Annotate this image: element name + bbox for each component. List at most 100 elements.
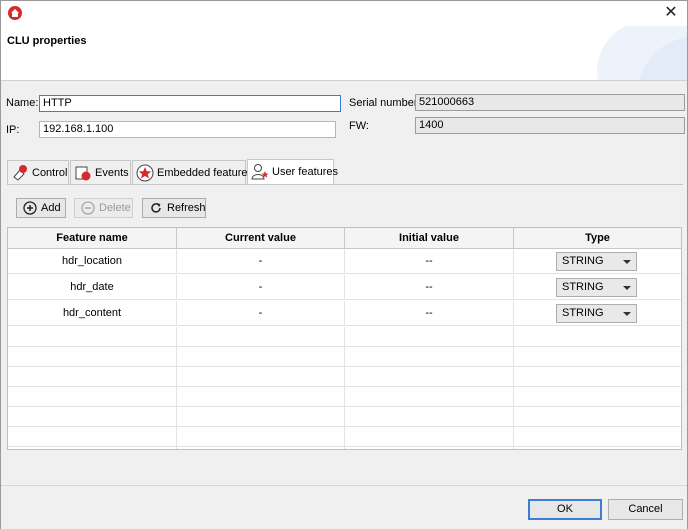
tab-divider xyxy=(7,184,683,185)
refresh-label: Refresh xyxy=(167,202,206,214)
tab-label: Embedded features xyxy=(157,167,254,179)
empty-cell xyxy=(514,427,681,447)
empty-cell xyxy=(514,387,681,407)
empty-cell xyxy=(8,407,177,427)
name-field[interactable]: HTTP xyxy=(39,95,341,112)
empty-cell xyxy=(345,347,514,367)
refresh-button[interactable]: Refresh xyxy=(142,198,206,218)
title-bar: ✕ xyxy=(1,1,687,26)
type-select[interactable]: STRING xyxy=(556,252,637,271)
delete-button[interactable]: Delete xyxy=(74,198,133,218)
tab-label: Control xyxy=(32,167,68,179)
plus-icon xyxy=(23,201,37,215)
column-header-initial-value[interactable]: Initial value xyxy=(345,228,514,248)
empty-cell xyxy=(514,367,681,387)
column-header-feature-name[interactable]: Feature name xyxy=(8,228,177,248)
empty-cell xyxy=(345,367,514,387)
user-features-table: Feature name Current value Initial value… xyxy=(7,227,682,450)
type-select[interactable]: STRING xyxy=(556,304,637,323)
empty-cell xyxy=(177,427,345,447)
type-select-value: STRING xyxy=(562,281,604,293)
empty-cell xyxy=(514,447,681,449)
tab-label: User features xyxy=(272,166,339,178)
empty-cell xyxy=(8,327,177,347)
table-row[interactable]: hdr_content - -- STRING xyxy=(8,301,681,326)
page-title: CLU properties xyxy=(7,35,87,47)
empty-cell xyxy=(8,347,177,367)
empty-cell xyxy=(345,427,514,447)
table-row[interactable]: hdr_location - -- STRING xyxy=(8,249,681,274)
add-button[interactable]: Add xyxy=(16,198,66,218)
feature-name-cell: hdr_content xyxy=(8,301,177,326)
app-logo-icon xyxy=(8,6,22,20)
dialog-header: CLU properties xyxy=(1,26,687,81)
empty-cell xyxy=(177,347,345,367)
initial-value-cell: -- xyxy=(345,249,514,274)
current-value-cell: - xyxy=(177,301,345,326)
empty-cell xyxy=(177,367,345,387)
star-icon xyxy=(136,164,154,182)
table-row[interactable]: hdr_date - -- STRING xyxy=(8,275,681,300)
ip-label: IP: xyxy=(6,124,20,136)
serial-number-label: Serial number: xyxy=(349,97,421,109)
initial-value-cell: -- xyxy=(345,275,514,300)
type-select-value: STRING xyxy=(562,255,604,267)
tab-embedded-features[interactable]: Embedded features xyxy=(132,160,253,184)
empty-cell xyxy=(345,327,514,347)
feature-name-cell: hdr_location xyxy=(8,249,177,274)
type-cell: STRING xyxy=(514,275,681,300)
feature-name-cell: hdr_date xyxy=(8,275,177,300)
refresh-icon xyxy=(149,201,163,215)
dialog-window: ✕ CLU properties Name: HTTP IP: 192.168.… xyxy=(0,0,688,529)
tab-label: Events xyxy=(95,167,129,179)
empty-cell xyxy=(177,447,345,449)
delete-label: Delete xyxy=(99,202,131,214)
empty-table-row xyxy=(8,347,681,367)
empty-cell xyxy=(514,347,681,367)
empty-table-row xyxy=(8,327,681,347)
initial-value-cell: -- xyxy=(345,301,514,326)
type-select[interactable]: STRING xyxy=(556,278,637,297)
name-label: Name: xyxy=(6,97,39,109)
empty-cell xyxy=(514,407,681,427)
fw-label: FW: xyxy=(349,120,369,132)
empty-table-row xyxy=(8,447,681,449)
ok-button[interactable]: OK xyxy=(528,499,602,520)
tab-control[interactable]: Control xyxy=(7,160,69,184)
empty-table-row xyxy=(8,427,681,447)
empty-cell xyxy=(177,387,345,407)
current-value-cell: - xyxy=(177,249,345,274)
column-header-type[interactable]: Type xyxy=(514,228,681,248)
column-header-current-value[interactable]: Current value xyxy=(177,228,345,248)
empty-table-row xyxy=(8,407,681,427)
type-cell: STRING xyxy=(514,301,681,326)
events-icon xyxy=(74,164,92,182)
empty-cell xyxy=(8,387,177,407)
table-header: Feature name Current value Initial value… xyxy=(8,228,681,249)
add-label: Add xyxy=(41,202,61,214)
control-icon xyxy=(11,164,29,182)
tab-user-features[interactable]: User features xyxy=(247,159,338,185)
type-cell: STRING xyxy=(514,249,681,274)
empty-table-row xyxy=(8,387,681,407)
empty-cell xyxy=(8,367,177,387)
chevron-down-icon xyxy=(623,312,631,316)
fw-field: 1400 xyxy=(415,117,685,134)
type-select-value: STRING xyxy=(562,307,604,319)
chevron-down-icon xyxy=(623,286,631,290)
minus-icon xyxy=(81,201,95,215)
ip-field[interactable]: 192.168.1.100 xyxy=(39,121,336,138)
user-star-icon xyxy=(251,163,269,181)
empty-cell xyxy=(345,447,514,449)
close-icon[interactable]: ✕ xyxy=(661,3,681,23)
empty-cell xyxy=(177,407,345,427)
empty-cell xyxy=(177,327,345,347)
current-value-cell: - xyxy=(177,275,345,300)
empty-cell xyxy=(8,447,177,449)
empty-table-row xyxy=(8,367,681,387)
tab-events[interactable]: Events xyxy=(70,160,131,184)
empty-cell xyxy=(8,427,177,447)
empty-cell xyxy=(514,327,681,347)
cancel-button[interactable]: Cancel xyxy=(608,499,683,520)
dialog-footer: OK Cancel xyxy=(1,485,687,529)
